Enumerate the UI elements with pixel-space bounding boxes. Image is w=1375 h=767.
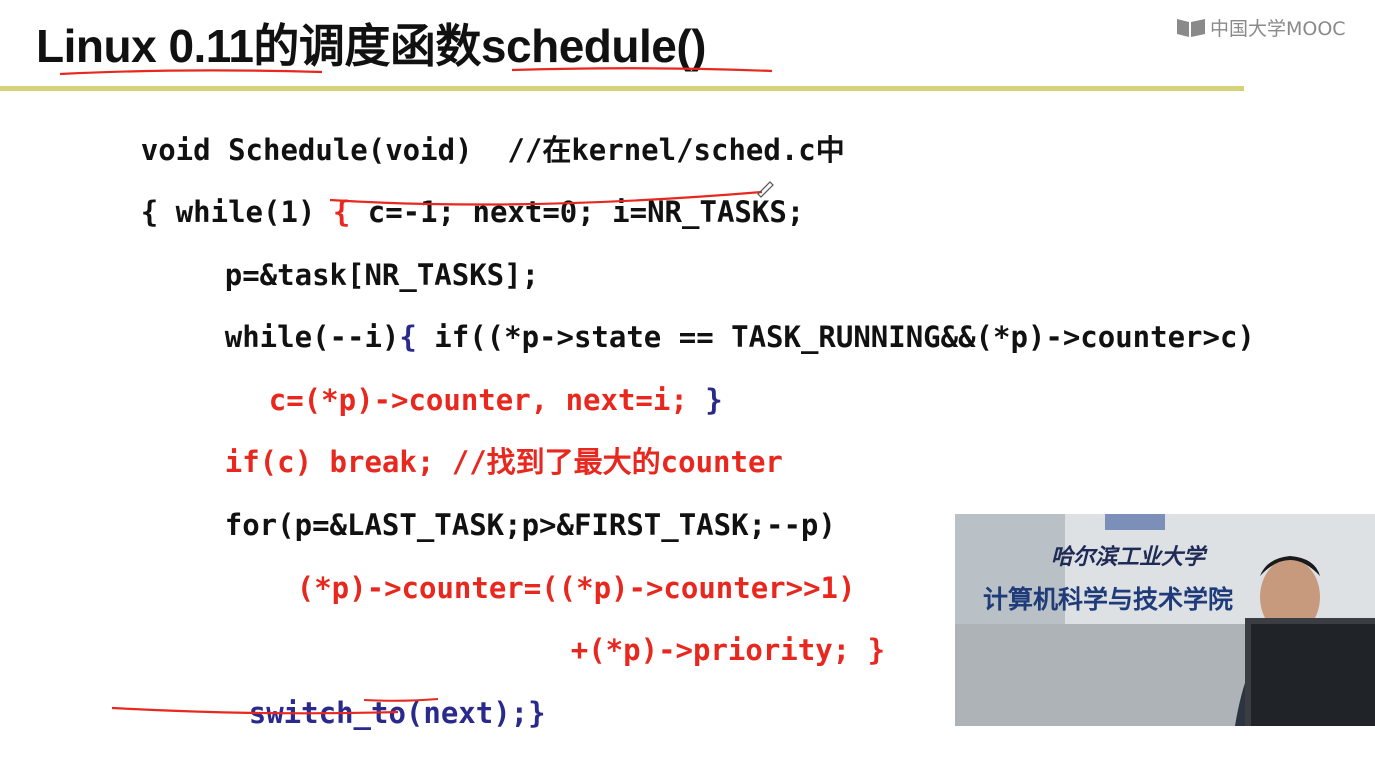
title-divider bbox=[0, 86, 1244, 91]
video-sign-bottom: 计算机科学与技术学院 bbox=[983, 585, 1234, 614]
slide-title: Linux 0.11的调度函数schedule() bbox=[36, 20, 706, 72]
mooc-book-icon bbox=[1177, 19, 1205, 37]
code-line-10-text: switch_to(next);} bbox=[248, 696, 546, 730]
code-line-9-text: +(*p)->priority; } bbox=[570, 633, 886, 667]
mooc-logo-text: 中国大学MOOC bbox=[1210, 17, 1346, 40]
lecturer-video: 哈尔滨工业大学 计算机科学与技术学院 bbox=[955, 514, 1375, 726]
mooc-logo: 中国大学MOOC bbox=[1176, 14, 1346, 40]
video-sign-top: 哈尔滨工业大学 bbox=[1051, 544, 1206, 570]
code-line-10: switch_to(next);} bbox=[144, 659, 546, 767]
